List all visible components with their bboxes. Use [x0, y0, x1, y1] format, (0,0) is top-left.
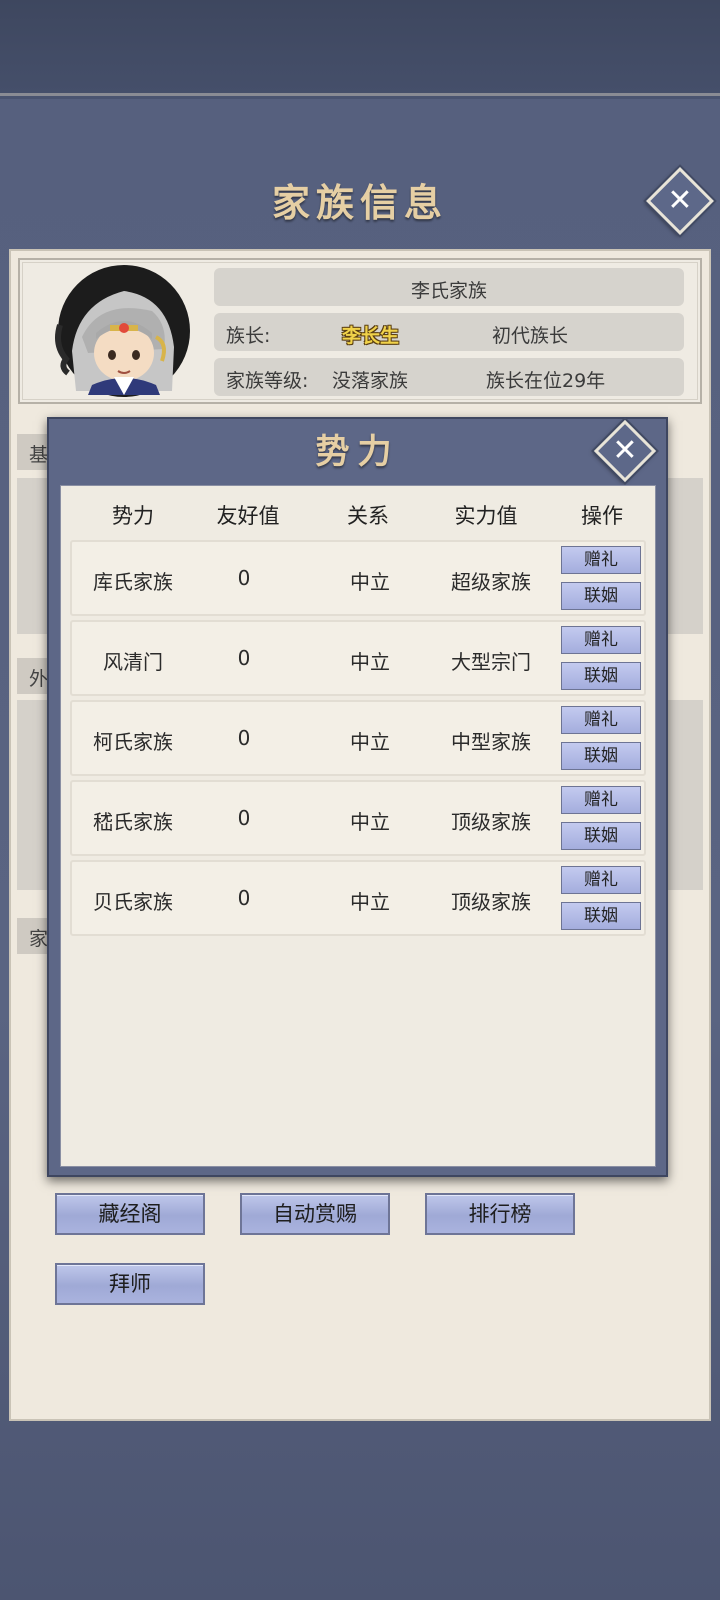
column-header-actions: 操作 — [581, 504, 623, 528]
strength-value: 中型家族 — [451, 730, 531, 754]
column-header-strength: 实力值 — [454, 504, 518, 528]
friendliness-value: 0 — [237, 726, 251, 750]
strength-value: 大型宗门 — [451, 650, 531, 674]
gift-button[interactable]: 赠礼 — [561, 706, 641, 734]
dialog-title: 势力 — [315, 432, 400, 472]
table-row: 嵇氏家族 0 中立 顶级家族 赠礼 联姻 — [70, 780, 646, 856]
marriage-button[interactable]: 联姻 — [561, 822, 641, 850]
table-row: 贝氏家族 0 中立 顶级家族 赠礼 联姻 — [70, 860, 646, 936]
family-name-row: 李氏家族 — [214, 268, 684, 306]
column-header-friendliness: 友好值 — [216, 504, 280, 528]
relation-value: 中立 — [350, 890, 390, 914]
relation-value: 中立 — [350, 730, 390, 754]
faction-name: 库氏家族 — [93, 570, 173, 594]
table-row: 库氏家族 0 中立 超级家族 赠礼 联姻 — [70, 540, 646, 616]
marriage-button[interactable]: 联姻 — [561, 902, 641, 930]
friendliness-value: 0 — [237, 886, 251, 910]
page-title: 家族信息 — [271, 180, 448, 225]
marriage-button[interactable]: 联姻 — [561, 662, 641, 690]
leader-tenure: 族长在位29年 — [486, 370, 606, 392]
leader-row: 族长: 李长生 初代族长 — [214, 313, 684, 351]
relation-value: 中立 — [350, 810, 390, 834]
avatar[interactable] — [52, 263, 192, 403]
family-name: 李氏家族 — [410, 280, 487, 302]
level-row: 家族等级: 没落家族 族长在位29年 — [214, 358, 684, 396]
leader-label: 族长: — [226, 325, 271, 347]
strength-value: 顶级家族 — [451, 890, 531, 914]
gift-button[interactable]: 赠礼 — [561, 626, 641, 654]
column-header-faction: 势力 — [112, 504, 154, 528]
faction-name: 风清门 — [103, 650, 163, 674]
leader-rank: 初代族长 — [492, 325, 569, 347]
top-bar — [0, 0, 720, 96]
friendliness-value: 0 — [237, 806, 251, 830]
leader-name[interactable]: 李长生 — [342, 321, 399, 348]
close-icon: ✕ — [667, 183, 693, 218]
gift-button[interactable]: 赠礼 — [561, 546, 641, 574]
auto-reward-button[interactable]: 自动赏赐 — [240, 1193, 390, 1235]
strength-value: 超级家族 — [451, 570, 531, 594]
level-value: 没落家族 — [332, 370, 409, 392]
relation-value: 中立 — [350, 570, 390, 594]
ranking-button[interactable]: 排行榜 — [425, 1193, 575, 1235]
library-button[interactable]: 藏经阁 — [55, 1193, 205, 1235]
level-label: 家族等级: — [226, 370, 309, 392]
marriage-button[interactable]: 联姻 — [561, 742, 641, 770]
strength-value: 顶级家族 — [451, 810, 531, 834]
faction-name: 嵇氏家族 — [93, 810, 173, 834]
gift-button[interactable]: 赠礼 — [561, 866, 641, 894]
apprentice-button[interactable]: 拜师 — [55, 1263, 205, 1305]
column-header-relation: 关系 — [347, 504, 389, 528]
gift-button[interactable]: 赠礼 — [561, 786, 641, 814]
table-row: 风清门 0 中立 大型宗门 赠礼 联姻 — [70, 620, 646, 696]
relation-value: 中立 — [350, 650, 390, 674]
faction-name: 贝氏家族 — [93, 890, 173, 914]
marriage-button[interactable]: 联姻 — [561, 582, 641, 610]
table-row: 柯氏家族 0 中立 中型家族 赠礼 联姻 — [70, 700, 646, 776]
faction-name: 柯氏家族 — [93, 730, 173, 754]
close-icon: ✕ — [612, 433, 638, 468]
friendliness-value: 0 — [237, 646, 251, 670]
friendliness-value: 0 — [237, 566, 251, 590]
